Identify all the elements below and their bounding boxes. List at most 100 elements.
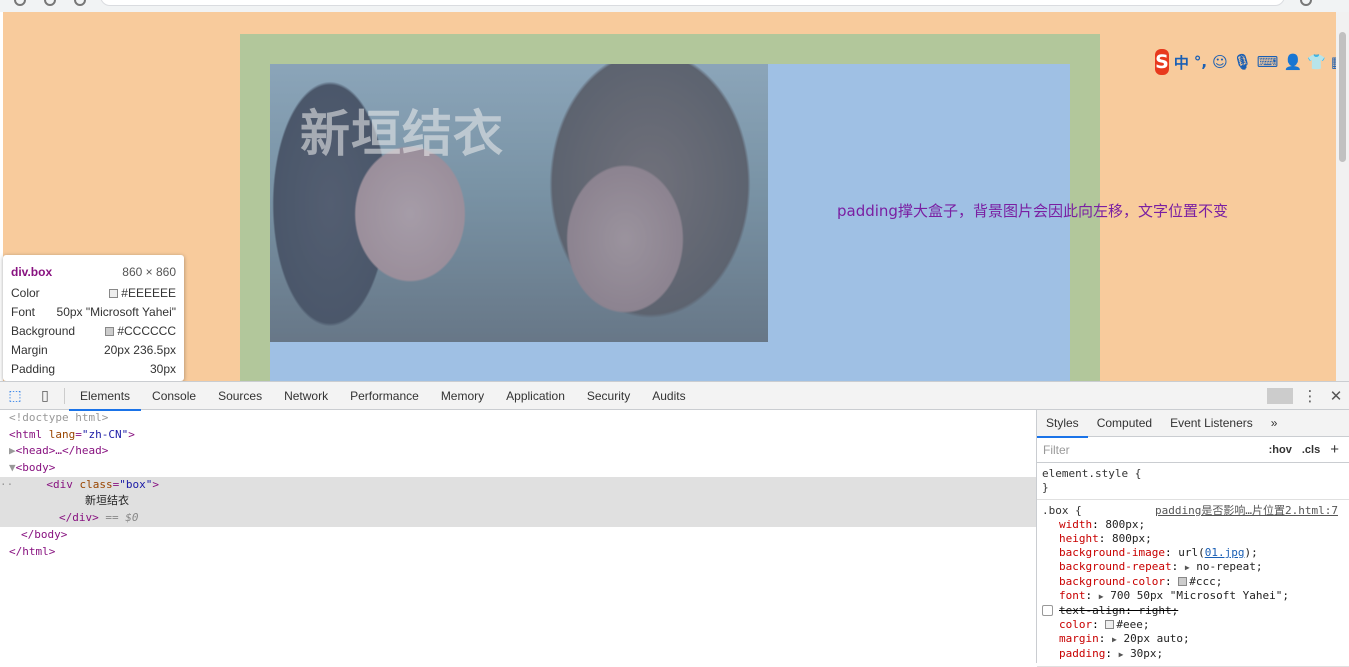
tab-computed[interactable]: Computed [1088,410,1161,437]
tooltip-selector: div.box [11,265,53,279]
devtools-tabbar: ⬚ ▯ Elements Console Sources Network Per… [0,382,1349,411]
css-prop-height[interactable]: height: 800px; [1042,532,1344,546]
box-text: 新垣结衣 [300,105,504,163]
tooltip-value: #CCCCCC [117,323,176,338]
add-rule-icon[interactable]: + [1330,441,1339,458]
css-prop-background-repeat[interactable]: background-repeat: ▶ no-repeat; [1042,560,1344,575]
reload-icon[interactable] [74,0,86,6]
tab-audits[interactable]: Audits [641,382,696,410]
tab-network[interactable]: Network [273,382,339,410]
box-style-rule[interactable]: .box { padding是否影响…片位置2.html:7 width: 80… [1037,500,1349,667]
css-prop-text-align-disabled[interactable]: text-align: right; [1042,604,1344,618]
dom-node-head[interactable]: ▶<head>…</head> [0,443,1036,460]
dom-node-html[interactable]: <html lang="zh-CN"> [0,427,1036,444]
dom-node-html-close[interactable]: </html> [0,544,1036,561]
dom-text-node[interactable]: 新垣结衣 [0,493,1036,511]
tooltip-size: 860 × 860 [122,265,176,279]
tab-security[interactable]: Security [576,382,641,410]
more-dots-icon[interactable]: ·· [0,478,13,491]
tab-sources[interactable]: Sources [207,382,273,410]
emoji-icon[interactable]: ☺ [1212,53,1228,71]
more-tabs-icon[interactable]: » [1262,410,1287,437]
hov-toggle[interactable]: :hov [1269,444,1292,456]
inspect-tooltip: div.box 860 × 860 Color #EEEEEE Font 50p… [3,255,184,381]
devtools-panel: ⬚ ▯ Elements Console Sources Network Per… [0,381,1349,667]
tooltip-label: Font [11,304,36,319]
color-swatch-icon [105,326,115,336]
expand-triangle-icon[interactable]: ▶ [1185,563,1190,572]
divider [1267,388,1293,404]
dom-node-body[interactable]: ▼<body> [0,460,1036,477]
tooltip-value: 50px "Microsoft Yahei" [56,304,176,319]
tab-performance[interactable]: Performance [339,382,430,410]
back-icon[interactable] [14,0,26,6]
box-content-area: 新垣结衣 [270,64,1070,381]
css-prop-background-color[interactable]: background-color: #ccc; [1042,575,1344,589]
expand-triangle-icon[interactable]: ▶ [1099,592,1104,601]
rule-source-link[interactable]: padding是否影响…片位置2.html:7 [1155,504,1338,518]
skin-icon[interactable]: 👕 [1307,53,1326,71]
element-style-rule[interactable]: element.style { } [1037,463,1349,500]
styles-pane: Styles Computed Event Listeners » Filter… [1036,410,1349,667]
microphone-icon[interactable]: 🎙 [1233,53,1252,71]
filter-input[interactable]: Filter [1043,443,1269,457]
tooltip-value: 30px [149,361,176,376]
forward-icon[interactable] [44,0,56,6]
tooltip-label: Color [11,285,40,300]
css-prop-width[interactable]: width: 800px; [1042,518,1344,532]
close-icon[interactable]: ✕ [1323,387,1349,405]
browser-toolbar [0,0,1349,12]
tooltip-label: Margin [11,342,48,357]
tab-elements[interactable]: Elements [69,382,142,411]
page-scrollbar[interactable] [1336,12,1349,381]
image-url-link[interactable]: 01.jpg [1205,546,1245,559]
tab-memory[interactable]: Memory [430,382,495,410]
ime-mode[interactable]: 中 [1174,52,1189,73]
css-prop-font[interactable]: font: ▶ 700 50px "Microsoft Yahei"; [1042,589,1344,604]
device-toolbar-icon[interactable]: ▯ [30,382,60,410]
rule-close: } [1042,481,1049,494]
keyboard-icon[interactable]: ⌨ [1257,53,1279,71]
elements-tree: <!doctype html> <html lang="zh-CN"> ▶<he… [0,410,1036,663]
address-bar[interactable] [100,0,1285,6]
tooltip-value: 20px 236.5px [103,342,176,357]
kebab-menu-icon[interactable]: ⋮ [1297,387,1323,405]
styles-tabbar: Styles Computed Event Listeners » [1037,410,1349,438]
page-viewport: 新垣结衣 padding撑大盒子，背景图片会因此向左移，文字位置不变 S 中 °… [0,12,1349,381]
css-prop-padding[interactable]: padding: ▶ 30px; [1042,647,1344,662]
css-prop-margin[interactable]: margin: ▶ 20px auto; [1042,632,1344,647]
css-prop-background-image[interactable]: background-image: url(01.jpg); [1042,546,1344,560]
dom-node-body-close[interactable]: </body> [0,527,1036,544]
expand-triangle-icon[interactable]: ▶ [9,444,16,457]
rule-selector: element.style { [1042,467,1142,480]
dom-node-doctype[interactable]: <!doctype html> [0,410,1036,427]
cls-toggle[interactable]: .cls [1302,444,1320,456]
account-icon[interactable] [1300,0,1312,6]
tab-styles[interactable]: Styles [1037,410,1088,438]
ime-toolbar[interactable]: S 中 °, ☺ 🎙 ⌨ 👤 👕 ▦ [1155,48,1345,76]
tooltip-label: Padding [11,361,56,376]
color-swatch-icon[interactable] [1105,620,1115,629]
tab-event-listeners[interactable]: Event Listeners [1161,410,1262,437]
tab-console[interactable]: Console [141,382,207,410]
inspect-element-icon[interactable]: ⬚ [0,382,30,410]
caption-text: padding撑大盒子，背景图片会因此向左移，文字位置不变 [837,202,1228,220]
ime-punct[interactable]: °, [1194,53,1207,71]
styles-filter-bar: Filter :hov .cls + [1037,437,1349,463]
collapse-triangle-icon[interactable]: ▼ [9,461,16,474]
expand-triangle-icon[interactable]: ▶ [1112,635,1117,644]
tooltip-value: #EEEEEE [121,285,176,300]
tab-application[interactable]: Application [495,382,576,410]
dom-node-div-selected[interactable]: ·· <div class="box"> [0,476,1036,494]
checkbox-icon[interactable] [1042,605,1053,616]
tooltip-label: Background [11,323,76,338]
expand-triangle-icon[interactable]: ▶ [1119,650,1124,659]
divider [64,387,65,404]
page-scrollbar-thumb[interactable] [1339,32,1346,162]
user-icon[interactable]: 👤 [1283,53,1302,71]
css-prop-color[interactable]: color: #eee; [1042,618,1344,632]
rule-selector: .box { [1042,504,1082,517]
dom-node-div-close[interactable]: </div> == $0 [0,510,1036,527]
sogou-logo-icon[interactable]: S [1155,49,1169,75]
color-swatch-icon[interactable] [1178,577,1188,586]
